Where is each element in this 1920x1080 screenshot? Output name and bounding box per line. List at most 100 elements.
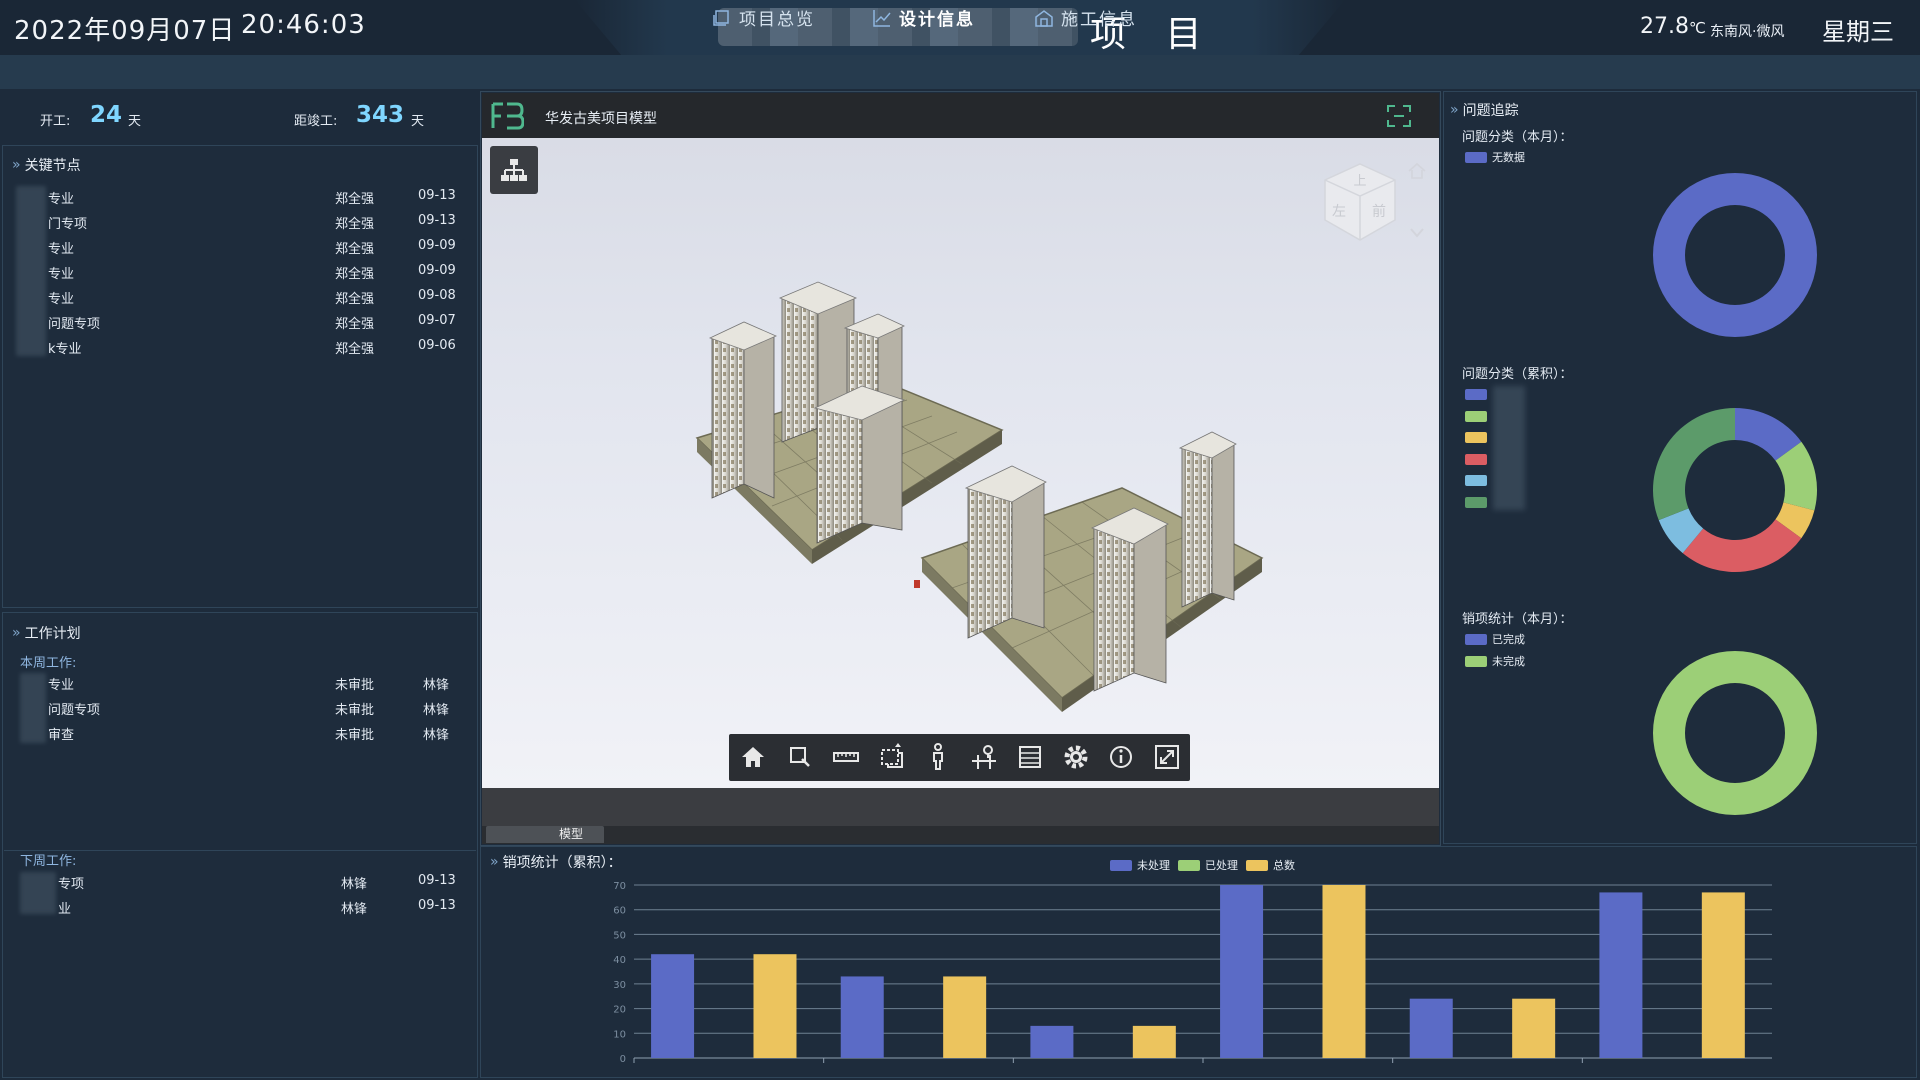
donut-slice: [1653, 408, 1735, 521]
viewer-footer: [482, 788, 1439, 844]
list-item-name: 专业: [48, 192, 75, 207]
legend-swatch: [1465, 475, 1487, 486]
bar-总数[interactable]: [1322, 885, 1366, 1058]
bar-未处理[interactable]: [1409, 998, 1453, 1058]
temperature-value: 27.8: [1640, 14, 1689, 39]
plan-item-date: 09-13: [418, 898, 456, 913]
tab-model[interactable]: 模型: [486, 826, 604, 843]
list-item-date: 09-09: [418, 238, 456, 253]
bar-总数[interactable]: [1132, 1025, 1176, 1058]
plan-item-person: 林锋: [341, 902, 368, 917]
tab-project-overview[interactable]: 项目总览: [713, 5, 815, 30]
plan-item-name: 专项: [58, 877, 85, 892]
bar-未处理[interactable]: [1030, 1025, 1074, 1058]
section-box-icon[interactable]: [876, 741, 908, 773]
temperature: 27.8℃: [1640, 14, 1706, 39]
plan-item-person: 林锋: [423, 703, 450, 718]
legend-item: 已完成: [1465, 631, 1525, 647]
bar-总数[interactable]: [943, 976, 987, 1058]
list-item-person: 郑全强: [335, 292, 375, 307]
tab-label: 施工信息: [1061, 10, 1137, 30]
bar-总数[interactable]: [753, 954, 797, 1058]
y-tick-label: 30: [613, 980, 626, 991]
schedule-summary: [0, 93, 478, 145]
bar-未处理[interactable]: [1220, 885, 1264, 1058]
chart-line-icon: [873, 9, 891, 27]
bar-未处理[interactable]: [840, 976, 884, 1058]
ruler-icon[interactable]: [830, 741, 862, 773]
current-date: 2022年09月07日: [14, 16, 236, 46]
closing-stats-donut: [1653, 650, 1817, 816]
settings-icon[interactable]: [1060, 741, 1092, 773]
chevron-double-right-icon: »: [12, 157, 20, 173]
list-item-person: 郑全强: [335, 192, 375, 207]
bar-未处理[interactable]: [1599, 892, 1643, 1058]
list-item-person: 郑全强: [335, 242, 375, 257]
end-unit: 天: [411, 114, 425, 129]
chevron-double-right-icon: »: [490, 854, 498, 870]
model-tree-button[interactable]: [490, 146, 538, 194]
tab-design-info[interactable]: 设计信息: [873, 5, 975, 30]
list-item-date: 09-09: [418, 263, 456, 278]
next-week-label: 下周工作:: [20, 854, 77, 869]
expand-icon[interactable]: [1386, 104, 1412, 128]
app-logo-icon: [491, 102, 524, 130]
y-tick-label: 0: [620, 1054, 626, 1065]
layers-icon: [713, 9, 729, 26]
weekday: 星期三: [1822, 18, 1894, 46]
explode-icon[interactable]: [968, 741, 1000, 773]
y-tick-label: 10: [613, 1029, 626, 1040]
list-item-name: 门专项: [48, 217, 88, 232]
current-time: 20:46:03: [241, 10, 366, 40]
cumulative-closing-title: » 销项统计（累积）：: [490, 852, 622, 872]
person-walk-icon[interactable]: [922, 741, 954, 773]
properties-icon[interactable]: [1014, 741, 1046, 773]
list-item-date: 09-13: [418, 213, 456, 228]
work-plan-title-text: 工作计划: [24, 626, 81, 642]
legend-swatch: [1465, 497, 1487, 508]
wind-info: 东南风·微风: [1710, 24, 1785, 40]
donut-slice: [1653, 172, 1817, 338]
viewcube-dropdown-icon[interactable]: [1410, 228, 1424, 238]
closing-stats-label: 销项统计（本月）：: [1462, 612, 1573, 627]
legend-swatch: [1465, 389, 1487, 400]
nav-bar: [0, 55, 1920, 89]
end-label: 距竣工:: [294, 114, 338, 129]
zoom-box-icon[interactable]: [784, 741, 816, 773]
3d-viewport[interactable]: [482, 138, 1439, 788]
bar-总数[interactable]: [1701, 892, 1745, 1058]
plan-item-status: 未审批: [335, 728, 375, 743]
redacted-names: [16, 186, 46, 356]
list-item-name: 问题专项: [48, 317, 101, 332]
cumulative-closing-title-text: 销项统计（累积）：: [502, 855, 622, 871]
legend-item: 已处理: [1178, 857, 1238, 873]
legend-swatch: [1246, 859, 1268, 871]
view-cube[interactable]: 上 左 前: [1315, 158, 1405, 248]
issue-tracking-title-text: 问题追踪: [1462, 103, 1519, 119]
list-item-name: 专业: [48, 267, 75, 282]
info-icon[interactable]: [1105, 741, 1137, 773]
fullscreen-icon[interactable]: [1151, 741, 1183, 773]
redacted-legend-labels: [1493, 386, 1525, 510]
legend-text: 无数据: [1492, 151, 1525, 164]
donut-slice: [1653, 650, 1817, 816]
start-unit: 天: [128, 114, 142, 129]
tab-construction-info[interactable]: 施工信息: [1035, 5, 1137, 30]
cumulative-issue-donut: [1653, 408, 1817, 572]
legend-text: 总数: [1273, 859, 1295, 872]
legend-swatch: [1465, 633, 1487, 645]
viewcube-home-icon[interactable]: [1407, 162, 1427, 180]
start-days: 24: [90, 102, 123, 128]
plan-item-name: 问题专项: [48, 703, 101, 718]
y-tick-label: 20: [613, 1005, 626, 1016]
bar-未处理[interactable]: [651, 954, 695, 1058]
legend-text: 未完成: [1492, 655, 1525, 668]
cumulative-closing-bar-chart: 0 10 20 30 40 50 60 70: [613, 881, 1772, 1065]
plan-item-person: 林锋: [341, 877, 368, 892]
legend-item: 无数据: [1465, 149, 1525, 165]
work-plan-title: » 工作计划: [12, 623, 81, 643]
plan-item-name: 审查: [48, 728, 75, 743]
list-item-date: 09-08: [418, 288, 456, 303]
home-icon[interactable]: [737, 741, 769, 773]
bar-总数[interactable]: [1512, 998, 1556, 1058]
